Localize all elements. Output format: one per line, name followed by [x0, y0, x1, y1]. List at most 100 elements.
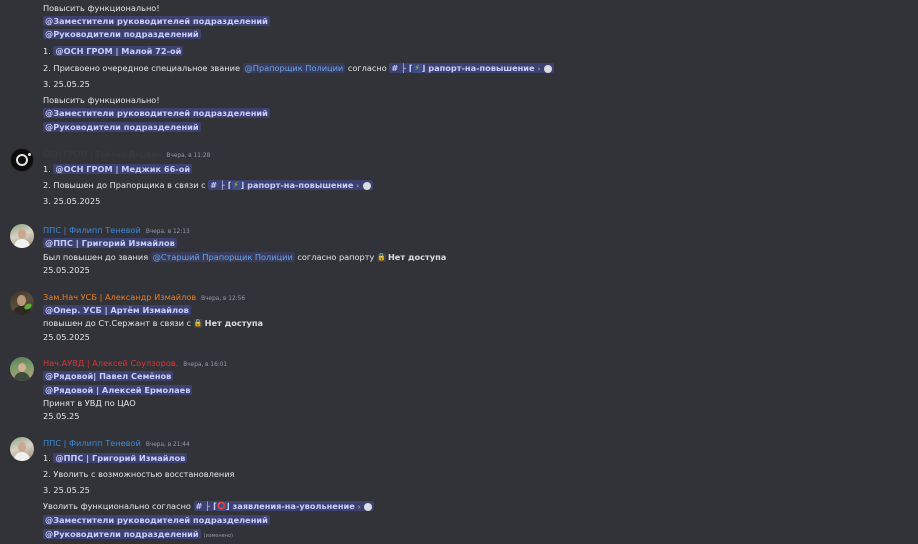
bracket-close-icon: ⌋ [421, 63, 426, 73]
username[interactable]: ППС | Филипп Теневой [43, 438, 141, 448]
message-header: ОСН ГРОМ | Тайлер Дёрден Вчера, в 11:28 [43, 148, 210, 162]
lightning-emoji-icon: ⚡ [412, 64, 422, 73]
role-mention[interactable]: @Заместители руководителей подразделений [43, 16, 270, 26]
role-mention[interactable]: @Старший Прапорщик Полиции [150, 252, 295, 262]
message-text: 2. Повышен до Прапорщика в связи с [43, 180, 209, 190]
bracket-open-icon: ⌈ [227, 180, 232, 190]
thread-branch-icon: ├ [205, 501, 211, 511]
message-header: ППС | Филипп Теневой Вчера, в 12:13 [43, 224, 190, 238]
lock-icon: 🔒 [376, 253, 386, 262]
role-mention[interactable]: @Руководители подразделений [43, 29, 201, 39]
channel-name: рапорт-на-повышение [428, 63, 535, 73]
message-text: Был повышен до звания [43, 252, 151, 262]
username[interactable]: ОСН ГРОМ | Тайлер Дёрден [43, 149, 161, 159]
thread-branch-icon: ├ [219, 180, 225, 190]
lightning-emoji-icon: ⚡ [231, 181, 241, 190]
hash-icon: # [195, 501, 203, 511]
role-mention[interactable]: @Заместители руководителей подразделений [43, 108, 270, 118]
hash-icon: # [210, 180, 218, 190]
message-text: 3. 25.05.25 [43, 485, 90, 495]
channel-link[interactable]: # ├ ⌈⭕⌋ заявления-на-увольнение › [193, 501, 375, 511]
chevron-right-icon: › [537, 65, 541, 73]
message-line: @ППС | Григорий Измайлов [43, 237, 177, 249]
message-text: Уволить функционально согласно [43, 501, 194, 511]
message-header: Нач.АУВД | Алексей Соулзоров. Вчера, в 16… [43, 357, 227, 371]
message-line: @Опер. УСБ | Артём Измайлов [43, 304, 191, 316]
chevron-right-icon: › [356, 182, 360, 190]
timestamp: Вчера, в 11:28 [166, 153, 211, 159]
message-line: 2. Повышен до Прапорщика в связи с # ├ ⌈… [43, 179, 374, 192]
bracket-close-icon: ⌋ [225, 501, 230, 511]
message-text: Принят в УВД по ЦАО [43, 398, 136, 408]
message-line: повышен до Ст.Сержант в связи с 🔒 Нет дос… [43, 317, 263, 329]
channel-name: заявления-на-увольнение [232, 501, 355, 511]
avatar[interactable] [10, 357, 34, 381]
message-text: 25.05.2025 [43, 265, 90, 275]
timestamp: Вчера, в 16:01 [183, 362, 228, 368]
chevron-right-icon: › [357, 503, 361, 511]
username[interactable]: Зам.Нач УСБ | Александр Измайлов [43, 292, 196, 302]
message-line: @Заместители руководителей подразделений [43, 15, 270, 27]
message-line: @Заместители руководителей подразделений [43, 107, 270, 119]
user-mention[interactable]: @ОСН ГРОМ | Малой 72-ой [53, 46, 184, 56]
timestamp: Вчера, в 21:44 [145, 442, 190, 448]
username[interactable]: ППС | Филипп Теневой [43, 225, 141, 235]
message-line: 1. @ОСН ГРОМ | Малой 72-ой [43, 45, 184, 57]
hash-icon: # [391, 63, 399, 73]
thread-branch-icon: ├ [401, 63, 407, 73]
message-line: @Руководители подразделений [43, 121, 201, 133]
message-text: 3. 25.05.2025 [43, 196, 101, 206]
message-line: @Заместители руководителей подразделений [43, 514, 270, 526]
message-text: 3. 25.05.25 [43, 79, 90, 89]
user-mention[interactable]: @Рядовой | Алексей Ермолаев [43, 385, 193, 395]
message-line: @Руководители подразделений [43, 28, 201, 40]
message-text: 25.05.25 [43, 411, 80, 421]
message-header: ППС | Филипп Теневой Вчера, в 21:44 [43, 437, 190, 451]
avatar[interactable] [10, 148, 34, 172]
message-text: согласно [345, 63, 390, 73]
role-mention[interactable]: @Руководители подразделений [43, 529, 201, 539]
message-line: Был повышен до звания @Старший Прапорщик… [43, 251, 446, 263]
no-access-channel[interactable]: Нет доступа [205, 318, 263, 328]
role-mention[interactable]: @Руководители подразделений [43, 122, 201, 132]
message-text: повышен до Ст.Сержант в связи с [43, 318, 194, 328]
message-text: 1. [43, 164, 54, 174]
message-text: 2. Присвоено очередное специальное звани… [43, 63, 243, 73]
avatar[interactable] [10, 437, 34, 461]
message-text: Повысить функционально! [43, 95, 160, 105]
message-line: 1. @ОСН ГРОМ | Меджик 66-ой [43, 163, 193, 175]
no-access-channel[interactable]: Нет доступа [388, 252, 446, 262]
message-line: @Руководители подразделений (изменено) [43, 528, 233, 542]
bracket-close-icon: ⌋ [240, 180, 245, 190]
user-mention[interactable]: @Опер. УСБ | Артём Измайлов [43, 305, 191, 315]
message-text: 1. [43, 453, 54, 463]
user-mention[interactable]: @ОСН ГРОМ | Меджик 66-ой [53, 164, 193, 174]
channel-link[interactable]: # ├ ⌈ ⚡ ⌋ рапорт-на-повышение › [389, 63, 555, 73]
message-line: Уволить функционально согласно # ├ ⌈⭕⌋ з… [43, 500, 375, 513]
role-mention[interactable]: @Прапорщик Полиции [242, 63, 346, 73]
message-line: @Рядовой| Павел Семёнов [43, 370, 174, 382]
speech-bubble-icon [364, 502, 373, 511]
user-mention[interactable]: @ППС | Григорий Измайлов [53, 453, 188, 463]
avatar[interactable] [10, 291, 34, 315]
message-line: 2. Присвоено очередное специальное звани… [43, 62, 555, 75]
message-text: 2. Уволить с возможностью восстановления [43, 469, 235, 479]
message-feed: Повысить функционально! @Заместители рук… [0, 0, 918, 544]
speech-bubble-icon [544, 64, 553, 73]
red-circle-emoji-icon: ⭕ [216, 502, 226, 511]
user-mention[interactable]: @Рядовой| Павел Семёнов [43, 371, 174, 381]
message-text: 1. [43, 46, 54, 56]
channel-link[interactable]: # ├ ⌈ ⚡ ⌋ рапорт-на-повышение › [208, 180, 374, 190]
message-text: согласно рапорту [294, 252, 377, 262]
speech-bubble-icon [363, 181, 372, 190]
timestamp: Вчера, в 12:13 [145, 229, 190, 235]
message-header: Зам.Нач УСБ | Александр Измайлов Вчера, в… [43, 291, 245, 305]
edited-label: (изменено) [203, 533, 233, 539]
lock-icon: 🔒 [193, 319, 203, 328]
role-mention[interactable]: @Заместители руководителей подразделений [43, 515, 270, 525]
avatar[interactable] [10, 224, 34, 248]
user-mention[interactable]: @ППС | Григорий Измайлов [43, 238, 177, 248]
message-line: @Рядовой | Алексей Ермолаев [43, 384, 193, 396]
message-text: 25.05.2025 [43, 332, 90, 342]
username[interactable]: Нач.АУВД | Алексей Соулзоров. [43, 358, 178, 368]
